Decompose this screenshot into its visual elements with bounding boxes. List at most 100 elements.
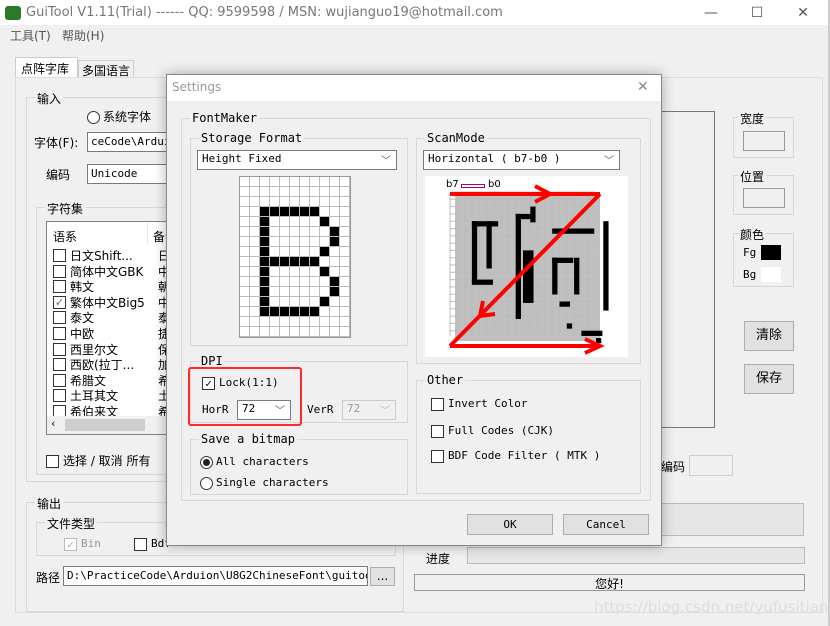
pixel-cell bbox=[340, 197, 350, 207]
glyph-pixel bbox=[515, 213, 521, 320]
column-header-lang[interactable]: 语系 bbox=[53, 228, 77, 245]
glyph-pixel bbox=[486, 221, 492, 269]
browse-button[interactable]: ... bbox=[370, 567, 395, 586]
charset-lang: 希腊文 bbox=[70, 373, 107, 388]
full-codes-checkbox[interactable]: Full Codes (CJK) bbox=[431, 424, 554, 438]
storage-format-select[interactable]: Height Fixed ﹀ bbox=[197, 150, 397, 170]
invert-color-checkbox[interactable]: Invert Color bbox=[431, 397, 527, 411]
pixel-cell bbox=[290, 237, 300, 247]
output-path-field[interactable]: D:\PracticeCode\Arduion\U8G2ChineseFont\… bbox=[63, 566, 368, 586]
pixel-cell bbox=[320, 317, 330, 327]
charset-checkbox[interactable] bbox=[53, 373, 66, 387]
color-label: 颜色 bbox=[738, 226, 767, 243]
save-bitmap-label: Save a bitmap bbox=[199, 432, 297, 446]
window-title: GuiTool V1.11(Trial) ------ QQ: 9599598 … bbox=[26, 5, 503, 20]
pixel-cell bbox=[300, 187, 310, 197]
charset-checkbox[interactable] bbox=[53, 280, 66, 294]
charset-row[interactable]: 土耳其文土耳 bbox=[53, 387, 175, 403]
pixel-cell bbox=[250, 227, 260, 237]
pixel-cell bbox=[330, 237, 340, 247]
cancel-button[interactable]: Cancel bbox=[563, 514, 649, 535]
pixel-cell bbox=[330, 257, 340, 267]
pixel-cell bbox=[260, 277, 270, 287]
pixel-cell bbox=[240, 307, 250, 317]
charset-checkbox[interactable] bbox=[53, 311, 66, 325]
font-path-field[interactable]: ceCode\Arduio bbox=[87, 132, 177, 152]
chevron-down-icon: ﹀ bbox=[381, 156, 391, 167]
horizontal-scrollbar[interactable]: ‹ bbox=[47, 416, 175, 434]
encoding-field[interactable]: Unicode bbox=[87, 164, 177, 184]
pixel-cell bbox=[320, 227, 330, 237]
charset-row[interactable]: 日文Shift...日语 bbox=[53, 247, 175, 263]
glyph-pixel bbox=[552, 228, 595, 234]
menu-tools[interactable]: 工具(T) bbox=[10, 27, 51, 44]
charset-checkbox[interactable] bbox=[53, 264, 66, 278]
close-button[interactable]: ✕ bbox=[780, 0, 826, 26]
charset-row[interactable]: 简体中文GBK中文 bbox=[53, 263, 175, 279]
ok-button[interactable]: OK bbox=[467, 514, 553, 535]
pixel-cell bbox=[320, 267, 330, 277]
bg-color-swatch[interactable] bbox=[761, 267, 781, 282]
charset-row[interactable]: 希腊文希腊 bbox=[53, 372, 175, 388]
pixel-cell bbox=[280, 257, 290, 267]
scanmode-value: Horizontal ( b7-b0 ) bbox=[428, 152, 561, 165]
scroll-left-icon[interactable]: ‹ bbox=[51, 417, 55, 430]
charset-row[interactable]: 西里尔文保加 bbox=[53, 341, 175, 357]
scanmode-select[interactable]: Horizontal ( b7-b0 ) ﹀ bbox=[423, 150, 620, 170]
clear-button[interactable]: 清除 bbox=[744, 321, 794, 351]
tab-multilanguage[interactable]: 多国语言 bbox=[78, 60, 134, 78]
charset-checkbox[interactable] bbox=[53, 327, 66, 340]
pixel-cell bbox=[290, 327, 300, 337]
pixel-cell bbox=[300, 307, 310, 317]
pixel-cell bbox=[300, 217, 310, 227]
minimize-button[interactable]: — bbox=[688, 0, 734, 26]
pixel-cell bbox=[290, 187, 300, 197]
scroll-thumb[interactable] bbox=[65, 419, 145, 431]
charset-checkbox[interactable] bbox=[53, 342, 66, 356]
charset-row[interactable]: 韩文朝鲜 bbox=[53, 278, 175, 294]
all-characters-radio[interactable]: All characters bbox=[200, 455, 309, 469]
charset-checkbox[interactable] bbox=[53, 249, 66, 262]
system-font-radio[interactable]: 系统字体 bbox=[87, 108, 151, 125]
pixel-cell bbox=[250, 207, 260, 217]
charset-checkbox[interactable] bbox=[53, 389, 66, 403]
charset-row[interactable]: 泰文泰语 bbox=[53, 309, 175, 326]
pixel-cell bbox=[260, 297, 270, 307]
charset-row[interactable]: 中欧捷克 bbox=[53, 325, 175, 341]
pixel-cell bbox=[330, 247, 340, 257]
bdf-filter-checkbox[interactable]: BDF Code Filter ( MTK ) bbox=[431, 449, 600, 463]
position-field[interactable] bbox=[743, 188, 785, 208]
log-area bbox=[655, 503, 804, 536]
pixel-cell bbox=[320, 287, 330, 297]
pixel-cell bbox=[280, 277, 290, 287]
pixel-cell bbox=[290, 197, 300, 207]
pixel-cell bbox=[340, 267, 350, 277]
app-logo-icon bbox=[5, 6, 21, 20]
charset-checkbox[interactable]: ✓ bbox=[53, 295, 66, 309]
pixel-cell bbox=[270, 327, 280, 337]
charset-row[interactable]: ✓繁体中文Big5中文 bbox=[53, 294, 175, 310]
fg-color-swatch[interactable] bbox=[761, 245, 781, 260]
tab-dot-matrix[interactable]: 点阵字库 bbox=[15, 57, 78, 78]
pixel-cell bbox=[310, 287, 320, 297]
pixel-cell bbox=[330, 277, 340, 287]
save-button[interactable]: 保存 bbox=[744, 364, 794, 394]
charset-lang: 泰文 bbox=[70, 311, 95, 326]
single-characters-radio[interactable]: Single characters bbox=[200, 476, 329, 490]
maximize-button[interactable]: ☐ bbox=[734, 0, 780, 26]
scanmode-label: ScanMode bbox=[425, 131, 487, 145]
dialog-close-button[interactable]: ✕ bbox=[637, 79, 649, 95]
select-all-checkbox[interactable]: 选择 / 取消 所有 bbox=[46, 452, 151, 469]
code-field[interactable] bbox=[689, 455, 733, 476]
charset-checkbox[interactable] bbox=[53, 358, 66, 372]
charset-list[interactable]: 语系 备注 日文Shift...日语简体中文GBK中文韩文朝鲜✓繁体中文Big5… bbox=[46, 221, 176, 435]
charset-row[interactable]: 西欧(拉丁...加泰 bbox=[53, 356, 175, 372]
pixel-cell bbox=[240, 317, 250, 327]
pixel-cell bbox=[330, 327, 340, 337]
pixel-cell bbox=[310, 197, 320, 207]
pixel-cell bbox=[310, 257, 320, 267]
pixel-cell bbox=[340, 277, 350, 287]
width-field[interactable] bbox=[743, 131, 785, 151]
bin-checkbox[interactable]: ✓ Bin bbox=[64, 537, 101, 551]
menu-help[interactable]: 帮助(H) bbox=[62, 27, 104, 44]
